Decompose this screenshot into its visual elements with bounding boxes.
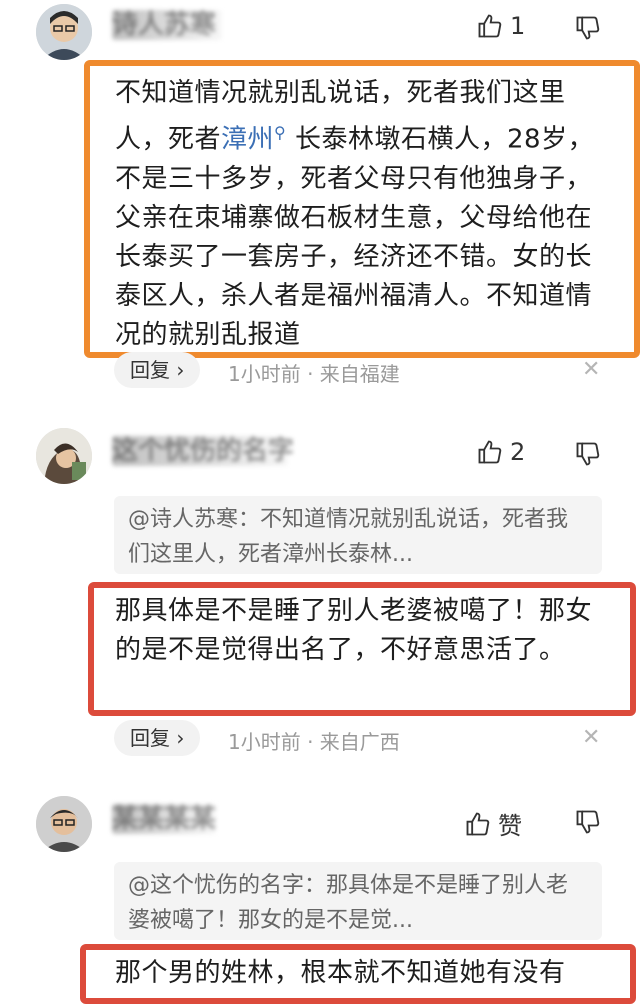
location-link[interactable]: 漳州 — [221, 125, 274, 155]
quoted-text: @诗人苏寒：不知道情况就别乱说话，死者我们这里人，死者漳州长泰林... — [128, 507, 569, 567]
like-button[interactable]: 2 — [476, 438, 525, 466]
comment-text: 不知道情况就别乱说话，死者我们这里人，死者漳州⚲ 长泰林墩石横人，28岁，不是三… — [115, 74, 605, 355]
quoted-reply[interactable]: @这个忧伤的名字：那具体是不是睡了别人老婆被噶了！那女的是不是觉... — [114, 862, 602, 940]
reply-label: 回复 › — [130, 358, 185, 382]
quoted-reply[interactable]: @诗人苏寒：不知道情况就别乱说话，死者我们这里人，死者漳州长泰林... — [114, 496, 602, 574]
like-button[interactable]: 赞 — [464, 806, 522, 841]
search-icon: ⚲ — [274, 123, 287, 142]
avatar[interactable] — [36, 796, 92, 852]
comment-text: 那具体是不是睡了别人老婆被噶了！那女的是不是觉得出名了，不好意思活了。 — [115, 596, 593, 665]
username-text: 这个忧伤的名字 — [112, 436, 295, 466]
comment-meta: 1小时前 · 来自广西 — [228, 730, 400, 754]
reply-button[interactable]: 回复 › — [114, 720, 201, 756]
username-text: 诗人苏寒 — [112, 10, 217, 40]
avatar[interactable] — [36, 428, 92, 484]
reply-label: 回复 › — [130, 726, 185, 750]
quoted-text: @这个忧伤的名字：那具体是不是睡了别人老婆被噶了！那女的是不是觉... — [128, 873, 569, 933]
dislike-icon[interactable] — [574, 440, 602, 468]
like-count: 赞 — [498, 812, 522, 840]
thumbs-up-icon — [464, 810, 492, 838]
like-count: 2 — [510, 438, 526, 466]
like-count: 1 — [510, 12, 526, 40]
reply-button[interactable]: 回复 › — [114, 352, 201, 388]
username[interactable]: 诗人苏寒 — [112, 10, 222, 40]
comment-text-part: 长泰林墩石横人，28岁，不是三十多岁，死者父母只有他独身子，父亲在朿埔寨做石板材… — [115, 124, 595, 350]
comment-meta: 1小时前 · 来自福建 — [228, 362, 400, 386]
close-icon[interactable]: ✕ — [582, 357, 600, 382]
thumbs-up-icon — [476, 438, 504, 466]
dislike-icon[interactable] — [574, 808, 602, 836]
dislike-icon[interactable] — [574, 14, 602, 42]
thumbs-up-icon — [476, 12, 504, 40]
comment-text: 那个男的姓林，根本就不知道她有没有 — [115, 958, 566, 988]
username[interactable]: 这个忧伤的名字 — [112, 436, 294, 466]
like-button[interactable]: 1 — [476, 12, 525, 40]
username[interactable]: 某某某某 — [112, 804, 216, 834]
username-text: 某某某某 — [112, 804, 217, 834]
avatar[interactable] — [36, 4, 92, 60]
close-icon[interactable]: ✕ — [582, 725, 600, 750]
